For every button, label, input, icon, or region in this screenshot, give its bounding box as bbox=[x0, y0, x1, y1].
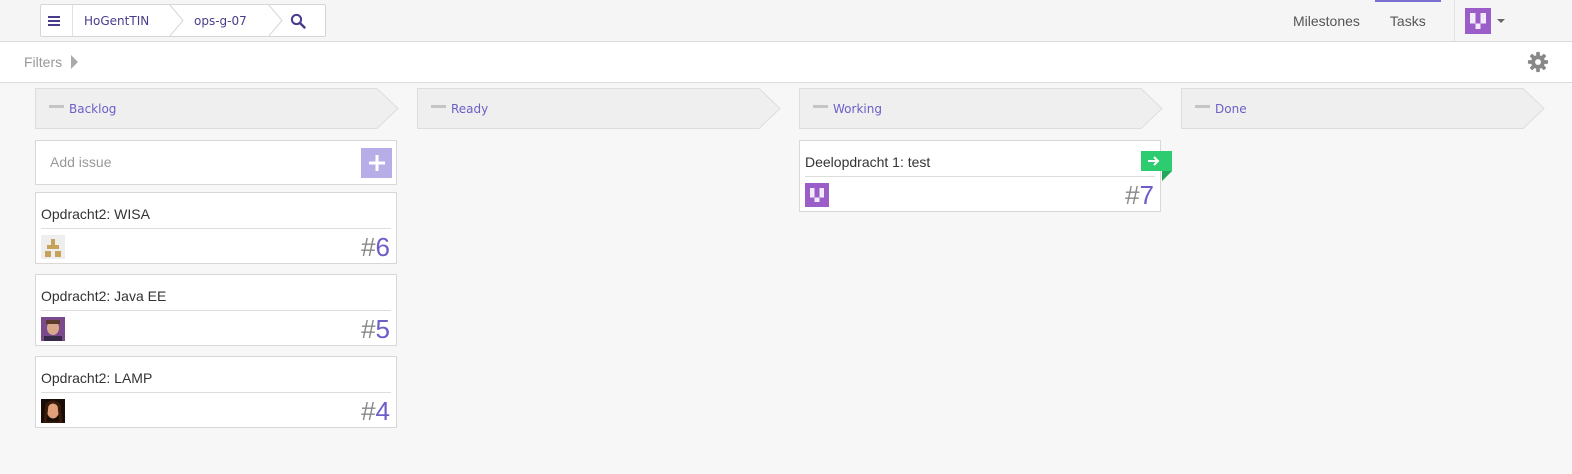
avatar bbox=[41, 399, 65, 423]
avatar bbox=[41, 317, 65, 341]
filters-toggle[interactable]: Filters bbox=[24, 54, 79, 70]
breadcrumb-org-label: HoGentTIN bbox=[84, 13, 150, 28]
issue-card[interactable]: Opdracht2: Java EE #5 bbox=[35, 274, 397, 346]
issue-number: #6 bbox=[361, 232, 390, 262]
add-issue-input[interactable] bbox=[48, 153, 352, 171]
issue-title: Opdracht2: LAMP bbox=[41, 370, 153, 386]
breadcrumb-org-link[interactable]: HoGentTIN bbox=[73, 4, 184, 37]
filters-label: Filters bbox=[24, 54, 63, 70]
breadcrumb-separator-icon bbox=[268, 4, 283, 37]
avatar bbox=[1465, 7, 1491, 34]
column-header-working: Working bbox=[799, 88, 1163, 129]
column-header-done: Done bbox=[1181, 88, 1545, 129]
collapse-icon[interactable] bbox=[49, 105, 64, 108]
divider bbox=[805, 176, 1155, 177]
issue-number: #7 bbox=[1125, 180, 1154, 210]
column-title: Ready bbox=[451, 102, 489, 116]
column-title: Done bbox=[1215, 102, 1247, 116]
column-header-backlog: Backlog bbox=[35, 88, 399, 129]
milestones-link[interactable]: Milestones bbox=[1278, 0, 1375, 41]
avatar bbox=[41, 235, 65, 259]
hamburger-icon bbox=[48, 15, 60, 26]
user-menu[interactable] bbox=[1454, 0, 1515, 41]
collapse-icon[interactable] bbox=[813, 105, 828, 108]
column-title: Backlog bbox=[69, 102, 117, 116]
search-icon bbox=[290, 13, 306, 29]
issue-title: Opdracht2: WISA bbox=[41, 206, 150, 222]
breadcrumb-repo-label: ops-g-07 bbox=[194, 13, 247, 28]
divider bbox=[41, 310, 391, 311]
collapse-icon[interactable] bbox=[1195, 105, 1210, 108]
breadcrumb-repo-link[interactable]: ops-g-07 bbox=[177, 4, 283, 37]
expand-arrow-icon bbox=[71, 55, 79, 69]
breadcrumb: HoGentTIN ops-g-07 bbox=[40, 4, 326, 37]
issue-title: Opdracht2: Java EE bbox=[41, 288, 167, 304]
divider bbox=[41, 392, 391, 393]
filter-bar: Filters bbox=[0, 42, 1572, 83]
tasks-link[interactable]: Tasks bbox=[1374, 0, 1441, 41]
issue-card[interactable]: Opdracht2: WISA #6 bbox=[35, 192, 397, 264]
issue-number: #5 bbox=[361, 314, 390, 344]
issue-number: #4 bbox=[361, 396, 390, 426]
collapse-icon[interactable] bbox=[431, 105, 446, 108]
main-nav: Milestones Tasks bbox=[1278, 0, 1441, 41]
pull-request-arrow-icon bbox=[1141, 151, 1172, 181]
column-header-ready: Ready bbox=[417, 88, 781, 129]
issue-title: Deelopdracht 1: test bbox=[805, 154, 931, 170]
chevron-down-icon bbox=[1497, 18, 1505, 23]
issue-card[interactable]: Opdracht2: LAMP #4 bbox=[35, 356, 397, 428]
menu-button[interactable] bbox=[41, 5, 72, 36]
divider bbox=[41, 228, 391, 229]
breadcrumb-separator-icon bbox=[169, 4, 184, 37]
gear-icon[interactable] bbox=[1527, 51, 1549, 73]
column-title: Working bbox=[833, 102, 882, 116]
top-navigation-bar: HoGentTIN ops-g-07 Milestones Tasks bbox=[0, 0, 1572, 42]
add-issue-button[interactable] bbox=[361, 148, 392, 178]
plus-icon bbox=[368, 155, 385, 171]
avatar bbox=[805, 183, 829, 207]
issue-card[interactable]: Deelopdracht 1: test #7 bbox=[799, 140, 1172, 212]
add-issue-box bbox=[35, 140, 397, 185]
